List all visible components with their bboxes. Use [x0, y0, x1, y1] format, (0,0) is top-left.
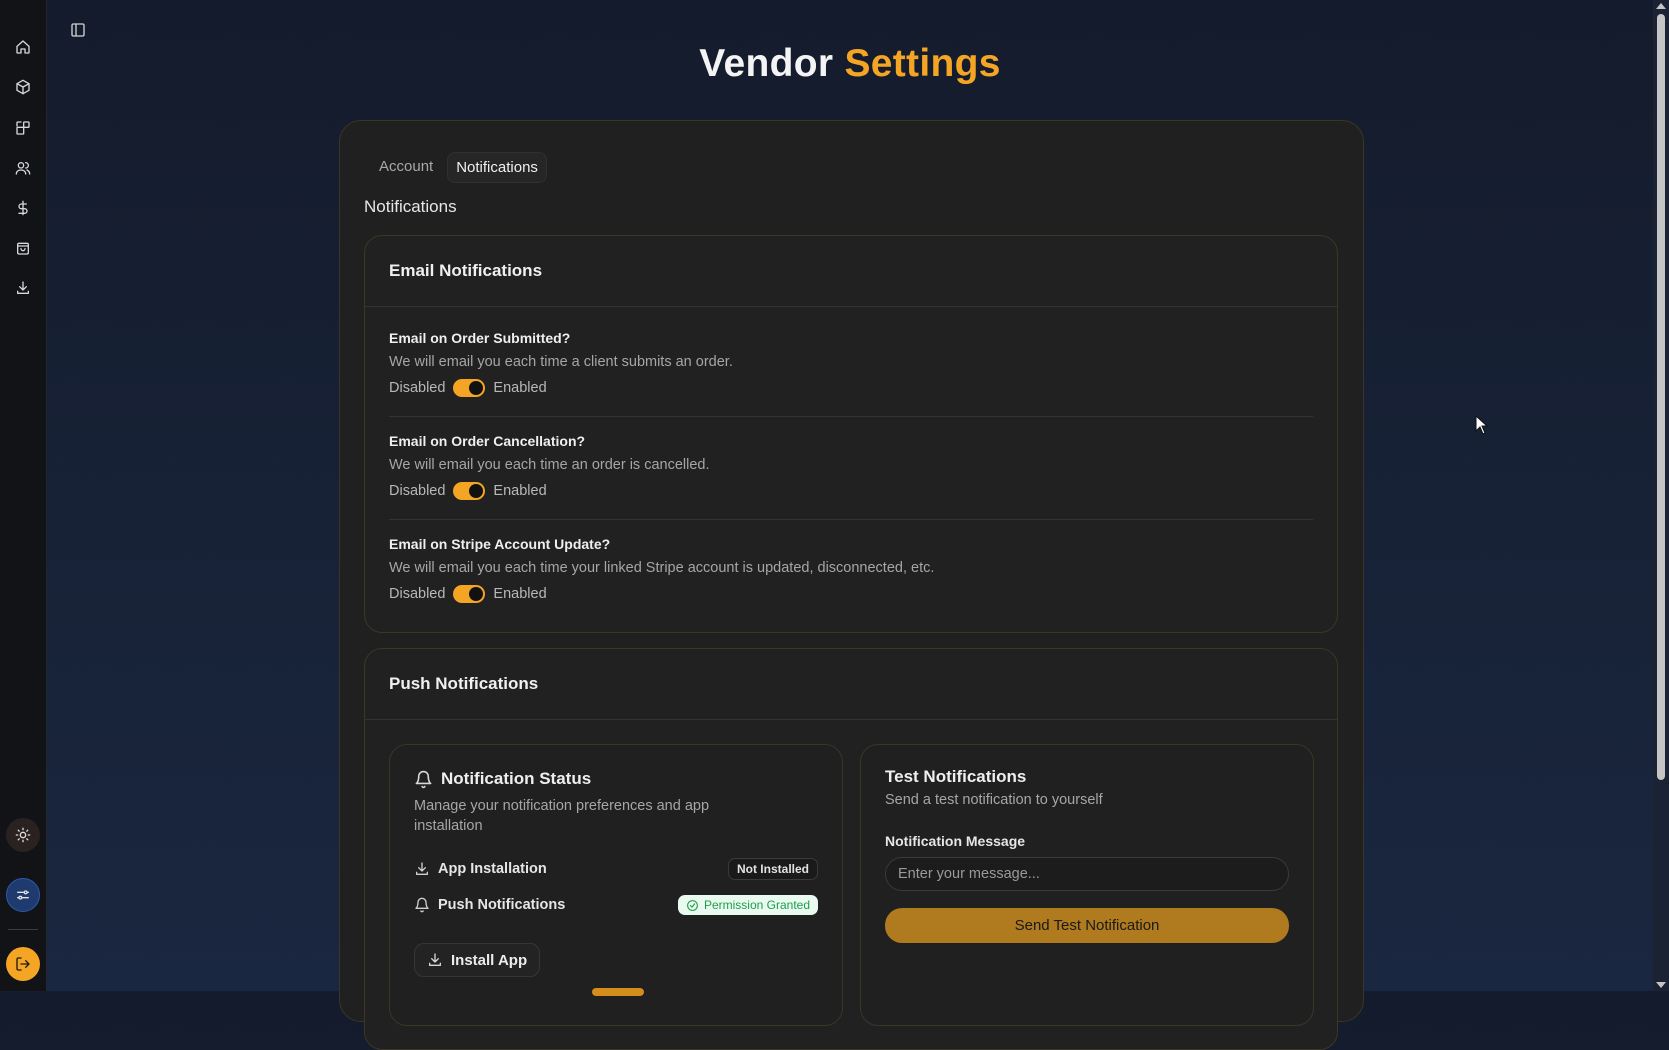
- settings-button[interactable]: [6, 878, 40, 912]
- app-installation-row: App Installation Not Installed: [414, 858, 818, 880]
- disabled-label: Disabled: [389, 483, 446, 499]
- notification-status-description: Manage your notification preferences and…: [414, 798, 710, 834]
- permission-badge: Permission Granted: [677, 895, 818, 915]
- setting-order-submitted: Email on Order Submitted? We will email …: [389, 330, 1313, 397]
- page-title: Vendor Settings: [0, 42, 1669, 86]
- app-installation-badge: Not Installed: [727, 858, 818, 880]
- sidebar-toggle-button[interactable]: [68, 20, 88, 40]
- check-circle-icon: [687, 899, 698, 911]
- order-submitted-switch[interactable]: [453, 379, 486, 397]
- enabled-label: Enabled: [493, 483, 547, 499]
- notification-message-label: Notification Message: [885, 833, 1026, 849]
- shapes-icon[interactable]: [12, 117, 34, 139]
- panel-left-icon: [71, 23, 85, 37]
- push-notifications-row: Push Notifications Permission Granted: [414, 895, 818, 915]
- stripe-update-switch[interactable]: [453, 585, 486, 603]
- email-notifications-panel: Email Notifications Email on Order Submi…: [364, 235, 1338, 633]
- shopping-bag-icon[interactable]: [12, 237, 34, 259]
- logout-icon: [16, 957, 30, 971]
- settings-tabs: Account Notifications: [371, 152, 547, 183]
- scroll-up-arrow-icon[interactable]: [1656, 3, 1666, 9]
- setting-title: Email on Order Submitted?: [389, 330, 571, 346]
- section-heading: Notifications: [364, 197, 457, 216]
- push-notifications-panel: Push Notifications Notification Status M…: [364, 648, 1338, 1050]
- download-icon[interactable]: [12, 277, 34, 299]
- download-icon: [416, 862, 428, 875]
- install-app-button[interactable]: Install App: [414, 943, 541, 977]
- page-scrollbar[interactable]: [1653, 0, 1669, 991]
- bell-icon: [415, 770, 432, 788]
- sidebar-divider: [8, 929, 38, 930]
- sidebar: [0, 0, 47, 991]
- disabled-label: Disabled: [389, 586, 446, 602]
- setting-order-cancellation: Email on Order Cancellation? We will ema…: [389, 433, 1313, 500]
- install-app-label: Install App: [451, 951, 528, 969]
- page-title-accent: Settings: [844, 42, 1001, 85]
- theme-toggle-button[interactable]: [6, 818, 40, 852]
- enabled-label: Enabled: [493, 380, 547, 396]
- scroll-down-arrow-icon[interactable]: [1656, 982, 1666, 988]
- setting-title: Email on Order Cancellation?: [389, 433, 586, 449]
- logout-button[interactable]: [6, 947, 40, 981]
- permission-badge-label: Permission Granted: [703, 898, 810, 912]
- bell-icon: [415, 897, 429, 913]
- settings-card: Account Notifications Notifications Emai…: [339, 120, 1364, 1050]
- setting-stripe-update: Email on Stripe Account Update? We will …: [389, 536, 1313, 603]
- tab-account[interactable]: Account: [371, 152, 441, 183]
- disabled-label: Disabled: [389, 380, 446, 396]
- test-notifications-description: Send a test notification to yourself: [885, 792, 1103, 808]
- sliders-icon: [17, 890, 29, 900]
- page-title-primary: Vendor: [699, 42, 834, 85]
- notification-message-input[interactable]: [885, 857, 1289, 891]
- push-notifications-heading: Push Notifications: [365, 649, 1337, 720]
- divider: [389, 519, 1313, 520]
- test-notifications-card: Test Notifications Send a test notificat…: [860, 744, 1314, 1026]
- sun-icon: [15, 827, 31, 843]
- setting-title: Email on Stripe Account Update?: [389, 536, 611, 552]
- email-notifications-heading: Email Notifications: [365, 236, 1337, 307]
- dollar-icon[interactable]: [12, 197, 34, 219]
- scrollbar-thumb[interactable]: [1657, 14, 1665, 780]
- download-icon: [429, 953, 441, 966]
- setting-description: We will email you each time an order is …: [389, 457, 710, 473]
- enabled-label: Enabled: [493, 586, 547, 602]
- divider: [389, 416, 1313, 417]
- users-icon[interactable]: [12, 157, 34, 179]
- tab-notifications[interactable]: Notifications: [447, 152, 547, 183]
- partially-visible-control: [592, 988, 644, 996]
- notification-status-title: Notification Status: [441, 769, 592, 788]
- setting-description: We will email you each time a client sub…: [389, 354, 733, 370]
- test-notifications-title: Test Notifications: [885, 767, 1027, 786]
- notification-status-card: Notification Status Manage your notifica…: [389, 744, 843, 1026]
- app-installation-label: App Installation: [438, 861, 547, 877]
- push-notifications-label: Push Notifications: [438, 897, 566, 913]
- setting-description: We will email you each time your linked …: [389, 560, 935, 576]
- order-cancellation-switch[interactable]: [453, 482, 486, 500]
- send-test-notification-button[interactable]: Send Test Notification: [885, 908, 1289, 943]
